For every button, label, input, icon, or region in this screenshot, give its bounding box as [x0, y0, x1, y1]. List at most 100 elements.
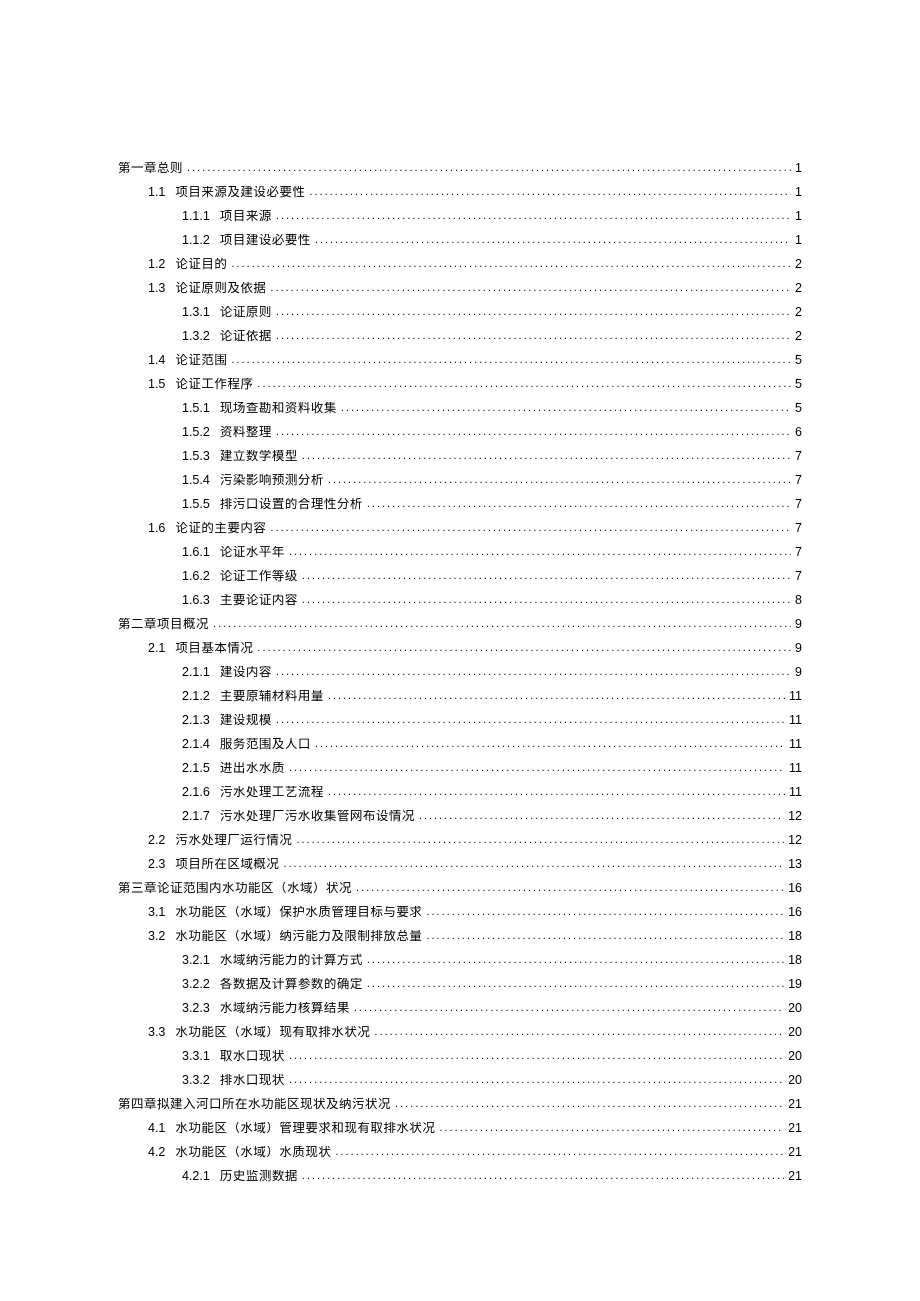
toc-entry[interactable]: 3.2.2各数据及计算参数的确定19 — [182, 978, 802, 991]
toc-entry[interactable]: 3.3.2排水口现状20 — [182, 1074, 802, 1087]
toc-entry[interactable]: 1.1.1项目来源1 — [182, 210, 802, 223]
toc-leader-dots — [341, 403, 791, 414]
toc-entry-page: 21 — [788, 1146, 802, 1159]
toc-entry-title: 水功能区（水域）现有取排水状况 — [175, 1026, 370, 1039]
toc-entry[interactable]: 2.1.4服务范围及人口11 — [182, 738, 802, 751]
toc-entry[interactable]: 3.2.3水域纳污能力核算结果20 — [182, 1002, 802, 1015]
toc-entry[interactable]: 1.5.5排污口设置的合理性分析7 — [182, 498, 802, 511]
toc-leader-dots — [302, 451, 791, 462]
toc-entry[interactable]: 2.1.6污水处理工艺流程11 — [182, 786, 802, 799]
toc-entry-title: 第三章论证范围内水功能区（水域）状况 — [118, 882, 352, 895]
toc-entry[interactable]: 1.5.2资料整理6 — [182, 426, 802, 439]
toc-entry-number: 1.5.3 — [182, 450, 210, 463]
toc-entry[interactable]: 1.6.3主要论证内容8 — [182, 594, 802, 607]
toc-leader-dots — [419, 811, 784, 822]
toc-entry-page: 7 — [795, 570, 802, 583]
toc-entry[interactable]: 1.3论证原则及依据2 — [148, 282, 802, 295]
toc-entry-page: 8 — [795, 594, 802, 607]
toc-entry-number: 1.6.2 — [182, 570, 210, 583]
toc-leader-dots — [276, 715, 785, 726]
toc-entry[interactable]: 1.5.4污染影响预测分析7 — [182, 474, 802, 487]
toc-entry-title: 论证工作程序 — [175, 378, 253, 391]
toc-entry[interactable]: 4.2水功能区（水域）水质现状21 — [148, 1146, 802, 1159]
toc-leader-dots — [302, 595, 791, 606]
toc-entry-page: 16 — [788, 882, 802, 895]
toc-entry-title: 项目所在区域概况 — [175, 858, 279, 871]
toc-entry[interactable]: 2.1.7 污水处理厂污水收集管网布设情况 12 — [182, 810, 802, 823]
toc-entry-page: 5 — [795, 378, 802, 391]
toc-entry-number: 3.3.1 — [182, 1050, 210, 1063]
toc-entry[interactable]: 2.1.2主要原辅材料用量11 — [182, 690, 802, 703]
toc-entry[interactable]: 1.2论证目的2 — [148, 258, 802, 271]
toc-entry[interactable]: 1.3.1论证原则2 — [182, 306, 802, 319]
toc-entry[interactable]: 第四章拟建入河口所在水功能区现状及纳污状况21 — [118, 1098, 802, 1111]
toc-entry[interactable]: 1.5.3建立数学模型7 — [182, 450, 802, 463]
toc-entry[interactable]: 3.2.1水域纳污能力的计算方式18 — [182, 954, 802, 967]
toc-entry[interactable]: 2.2污水处理厂运行情况12 — [148, 834, 802, 847]
toc-entry-page: 9 — [795, 642, 802, 655]
toc-entry[interactable]: 3.3.1取水口现状20 — [182, 1050, 802, 1063]
toc-entry-number: 1.3 — [148, 282, 165, 295]
toc-entry-number: 1.6.1 — [182, 546, 210, 559]
toc-entry-title: 现场查勘和资料收集 — [220, 402, 337, 415]
toc-entry-number: 2.1.4 — [182, 738, 210, 751]
toc-entry-page: 20 — [788, 1002, 802, 1015]
toc-entry[interactable]: 第三章论证范围内水功能区（水域）状况 16 — [118, 882, 802, 895]
toc-entry-number: 1.1 — [148, 186, 165, 199]
toc-entry[interactable]: 3.2水功能区（水域）纳污能力及限制排放总量18 — [148, 930, 802, 943]
toc-entry-title: 论证依据 — [220, 330, 272, 343]
toc-entry[interactable]: 2.1.1建设内容9 — [182, 666, 802, 679]
toc-entry[interactable]: 4.2.1历史监测数据21 — [182, 1170, 802, 1183]
toc-entry[interactable]: 1.5论证工作程序5 — [148, 378, 802, 391]
toc-entry-number: 1.1.2 — [182, 234, 210, 247]
toc-entry-number: 1.5.1 — [182, 402, 210, 415]
toc-entry[interactable]: 1.1项目来源及建设必要性1 — [148, 186, 802, 199]
toc-entry[interactable]: 2.1.3建设规模11 — [182, 714, 802, 727]
toc-entry-page: 20 — [788, 1074, 802, 1087]
toc-entry-title: 项目基本情况 — [175, 642, 253, 655]
toc-entry-number: 2.1.7 — [182, 810, 210, 823]
toc-leader-dots — [309, 187, 791, 198]
toc-leader-dots — [270, 523, 791, 534]
toc-entry[interactable]: 1.3.2论证依据2 — [182, 330, 802, 343]
toc-leader-dots — [283, 859, 784, 870]
toc-entry-number: 1.3.1 — [182, 306, 210, 319]
toc-entry[interactable]: 1.1.2项目建设必要性1 — [182, 234, 802, 247]
toc-leader-dots — [289, 1075, 784, 1086]
toc-entry-number: 2.1 — [148, 642, 165, 655]
toc-entry[interactable]: 1.6论证的主要内容7 — [148, 522, 802, 535]
toc-entry[interactable]: 2.1.5进出水水质11 — [182, 762, 802, 775]
toc-entry-title: 水功能区（水域）管理要求和现有取排水状况 — [175, 1122, 435, 1135]
toc-entry-page: 2 — [795, 258, 802, 271]
toc-entry-title: 论证范围 — [175, 354, 227, 367]
toc-entry-title: 第一章总则 — [118, 162, 183, 175]
toc-entry-title: 建立数学模型 — [220, 450, 298, 463]
toc-entry[interactable]: 1.6.2论证工作等级7 — [182, 570, 802, 583]
toc-entry-page: 21 — [788, 1122, 802, 1135]
toc-leader-dots — [328, 787, 785, 798]
toc-entry-title: 项目建设必要性 — [220, 234, 311, 247]
toc-entry[interactable]: 1.4论证范围5 — [148, 354, 802, 367]
toc-entry-title: 水域纳污能力核算结果 — [220, 1002, 350, 1015]
toc-entry-title: 水域纳污能力的计算方式 — [220, 954, 363, 967]
toc-leader-dots — [257, 643, 791, 654]
toc-entry-page: 12 — [788, 810, 802, 823]
toc-entry-number: 2.3 — [148, 858, 165, 871]
toc-entry-title: 建设内容 — [220, 666, 272, 679]
toc-entry[interactable]: 3.1水功能区（水域）保护水质管理目标与要求16 — [148, 906, 802, 919]
toc-leader-dots — [231, 259, 791, 270]
toc-entry[interactable]: 4.1水功能区（水域）管理要求和现有取排水状况21 — [148, 1122, 802, 1135]
toc-leader-dots — [276, 211, 791, 222]
toc-entry[interactable]: 2.1 项目基本情况 9 — [148, 642, 802, 655]
toc-entry-number: 2.1.3 — [182, 714, 210, 727]
toc-entry[interactable]: 1.5.1现场查勘和资料收集5 — [182, 402, 802, 415]
toc-entry-title: 污水处理厂污水收集管网布设情况 — [220, 810, 415, 823]
toc-entry-title: 各数据及计算参数的确定 — [220, 978, 363, 991]
toc-entry[interactable]: 第二章项目概况9 — [118, 618, 802, 631]
toc-entry[interactable]: 1.6.1论证水平年7 — [182, 546, 802, 559]
toc-entry-page: 11 — [789, 714, 802, 727]
toc-entry[interactable]: 3.3水功能区（水域）现有取排水状况20 — [148, 1026, 802, 1039]
toc-entry-title: 进出水水质 — [220, 762, 285, 775]
toc-entry[interactable]: 第一章总则1 — [118, 162, 802, 175]
toc-entry[interactable]: 2.3项目所在区域概况13 — [148, 858, 802, 871]
